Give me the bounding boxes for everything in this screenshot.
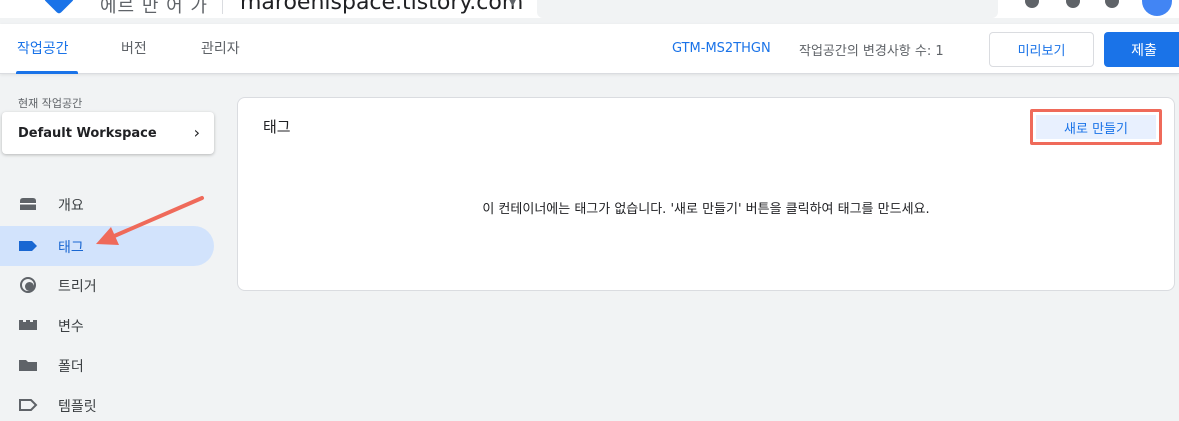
sidebar-item-templates[interactable]: 템플릿 xyxy=(0,385,214,421)
chevron-right-icon: › xyxy=(193,123,200,142)
apps-icon[interactable] xyxy=(1025,0,1039,8)
sidebar-item-tags[interactable]: 태그 xyxy=(0,226,214,266)
active-tab-indicator xyxy=(16,71,78,74)
container-name[interactable]: maroenispace.tistory.com xyxy=(240,0,523,15)
highlight-box: 새로 만들기 xyxy=(1030,109,1162,145)
search-box[interactable] xyxy=(537,0,998,18)
card-title: 태그 xyxy=(263,118,291,136)
sidebar-item-label: 변수 xyxy=(58,319,84,335)
caret-down-icon[interactable]: ▼ xyxy=(508,0,517,8)
tag-icon xyxy=(19,241,37,251)
divider xyxy=(222,0,223,14)
workspace-tab-bar: 작업공간 버전 관리자 GTM-MS2THGN 작업공간의 변경사항 수: 1 … xyxy=(0,24,1179,74)
tab-admin[interactable]: 관리자 xyxy=(201,38,240,58)
new-tag-button[interactable]: 새로 만들기 xyxy=(1036,115,1156,139)
tags-card: 태그 새로 만들기 이 컨테이너에는 태그가 없습니다. '새로 만들기' 버튼… xyxy=(237,97,1175,291)
help-icon[interactable] xyxy=(1066,0,1080,8)
current-workspace-label: 현재 작업공간 xyxy=(18,97,83,110)
sidebar-item-label: 태그 xyxy=(58,240,84,256)
overview-icon xyxy=(20,198,36,210)
empty-state-message: 이 컨테이너에는 태그가 없습니다. '새로 만들기' 버튼을 클릭하여 태그를… xyxy=(482,202,930,217)
avatar[interactable] xyxy=(1142,0,1172,16)
workspace-selector[interactable]: Default Workspace › xyxy=(2,112,214,154)
more-icon[interactable] xyxy=(1105,0,1119,8)
sidebar-item-folders[interactable]: 폴더 xyxy=(0,345,214,385)
workspace-name: Default Workspace xyxy=(18,125,157,141)
sidebar-item-label: 폴더 xyxy=(58,359,84,375)
sidebar-item-variables[interactable]: 변수 xyxy=(0,305,214,345)
sidebar-item-overview[interactable]: 개요 xyxy=(0,184,214,224)
sidebar-item-label: 템플릿 xyxy=(58,399,97,415)
folder-icon xyxy=(19,360,37,371)
tab-workspace[interactable]: 작업공간 xyxy=(17,38,69,58)
trigger-icon xyxy=(20,277,36,293)
tab-versions[interactable]: 버전 xyxy=(121,38,147,58)
workspace-changes-count: 작업공간의 변경사항 수: 1 xyxy=(799,44,944,59)
preview-button[interactable]: 미리보기 xyxy=(989,32,1094,67)
template-icon xyxy=(19,399,38,411)
account-name[interactable]: 에르 만 어 가 xyxy=(100,0,208,18)
app-bar: 에르 만 어 가 maroenispace.tistory.com ▼ xyxy=(0,0,1179,18)
sidebar-item-triggers[interactable]: 트리거 xyxy=(0,265,214,305)
submit-button[interactable]: 제출 xyxy=(1104,32,1179,67)
container-id-link[interactable]: GTM-MS2THGN xyxy=(672,41,771,56)
sidebar-item-label: 개요 xyxy=(58,198,84,214)
sidebar-item-label: 트리거 xyxy=(58,279,97,295)
variable-icon xyxy=(19,320,37,330)
gtm-logo-icon[interactable] xyxy=(43,0,75,15)
